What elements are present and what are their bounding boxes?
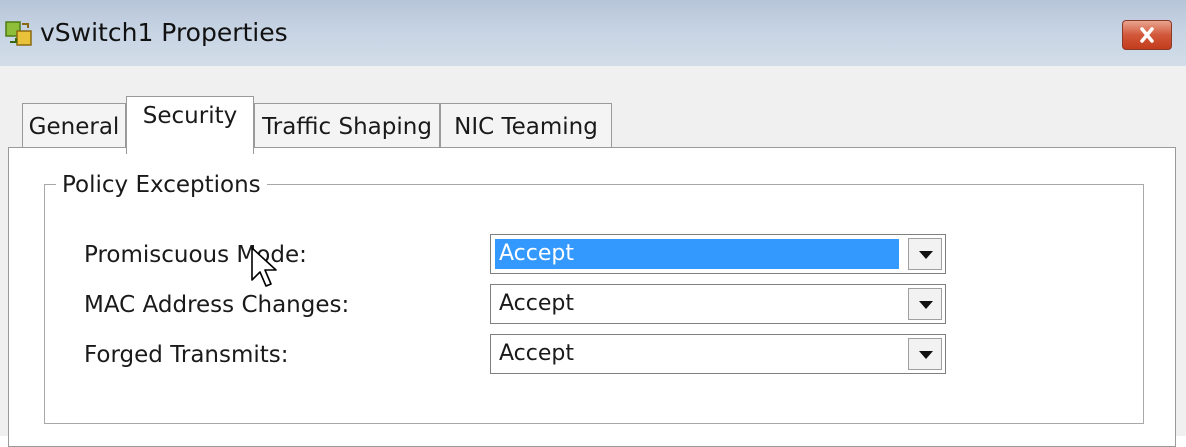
forged-transmits-label: Forged Transmits: xyxy=(84,342,289,368)
forged-transmits-value: Accept xyxy=(499,341,574,366)
tab-traffic-shaping[interactable]: Traffic Shaping xyxy=(254,103,440,149)
chevron-down-icon[interactable] xyxy=(908,238,942,270)
mac-address-changes-value: Accept xyxy=(499,291,574,316)
close-icon xyxy=(1140,27,1154,43)
vswitch-app-icon xyxy=(5,21,32,46)
forged-transmits-select[interactable]: Accept xyxy=(490,334,946,374)
promiscuous-mode-select[interactable]: Accept xyxy=(490,234,946,274)
window-title: vSwitch1 Properties xyxy=(40,18,288,47)
tab-general[interactable]: General xyxy=(22,103,126,149)
tab-security[interactable]: Security xyxy=(126,96,254,154)
tab-nic-teaming[interactable]: NIC Teaming xyxy=(440,103,612,149)
close-button[interactable] xyxy=(1122,20,1172,50)
tab-security-label: Security xyxy=(142,102,238,129)
chevron-down-icon[interactable] xyxy=(908,288,942,320)
tab-general-label: General xyxy=(28,113,120,140)
mac-address-changes-label: MAC Address Changes: xyxy=(84,292,350,318)
chevron-down-icon[interactable] xyxy=(908,338,942,370)
policy-exceptions-title: Policy Exceptions xyxy=(56,170,267,200)
mouse-cursor-icon xyxy=(251,247,277,287)
mac-address-changes-select[interactable]: Accept xyxy=(490,284,946,324)
promiscuous-mode-value: Accept xyxy=(495,239,899,269)
tab-nic-teaming-label: NIC Teaming xyxy=(454,113,598,140)
tab-traffic-shaping-label: Traffic Shaping xyxy=(262,113,432,140)
title-bar[interactable]: vSwitch1 Properties xyxy=(0,0,1186,66)
